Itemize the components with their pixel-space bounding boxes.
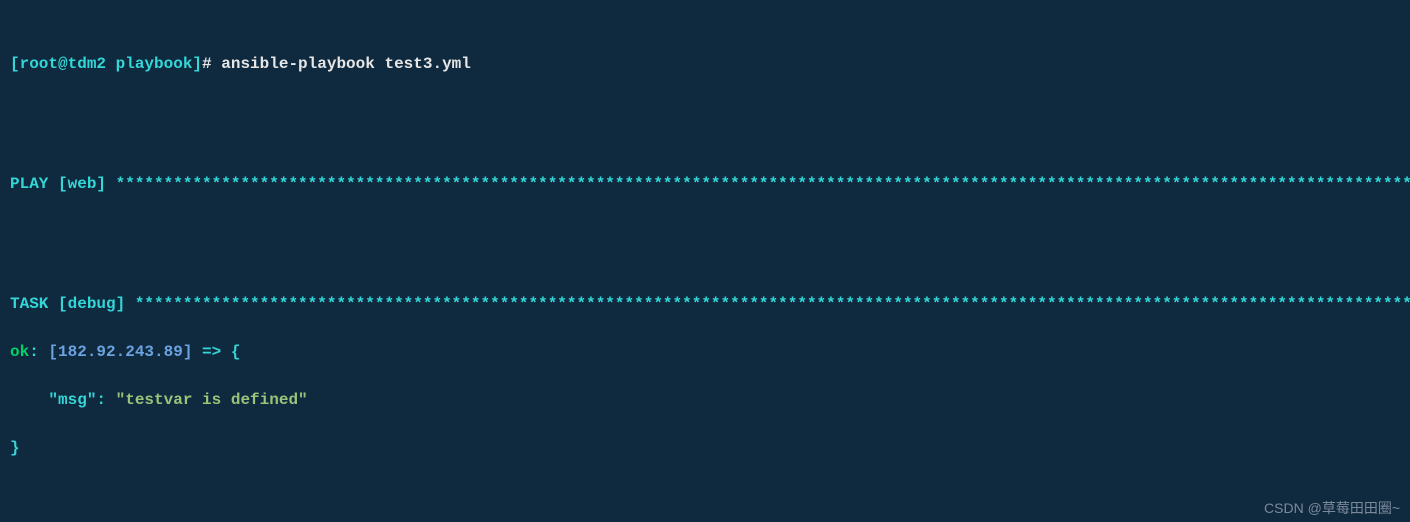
watermark: CSDN @草莓田田圈~ bbox=[1264, 496, 1400, 520]
task-header: TASK [debug] ***************************… bbox=[10, 292, 1400, 316]
task-stars: ****************************************… bbox=[135, 295, 1410, 313]
task-ok-line: ok: [182.92.243.89] => { bbox=[10, 340, 1400, 364]
blank-line bbox=[10, 220, 1400, 244]
ok-prefix: ok bbox=[10, 343, 29, 361]
terminal-output: [root@tdm2 playbook]# ansible-playbook t… bbox=[0, 0, 1410, 522]
host-ip: [182.92.243.89] bbox=[48, 343, 192, 361]
task-msg-line: "msg": "testvar is defined" bbox=[10, 388, 1400, 412]
play-header: PLAY [web] *****************************… bbox=[10, 172, 1400, 196]
prompt-line: [root@tdm2 playbook]# ansible-playbook t… bbox=[10, 52, 1400, 76]
task-label: TASK [debug] bbox=[10, 295, 135, 313]
command-text[interactable]: ansible-playbook test3.yml bbox=[221, 55, 471, 73]
task-close-line: } bbox=[10, 436, 1400, 460]
prompt-user-host: [root@tdm2 playbook] bbox=[10, 55, 202, 73]
prompt-hash: # bbox=[202, 55, 221, 73]
msg-value: "testvar is defined" bbox=[116, 391, 308, 409]
blank-line bbox=[10, 100, 1400, 124]
play-stars: ****************************************… bbox=[116, 175, 1410, 193]
play-label: PLAY [web] bbox=[10, 175, 116, 193]
blank-line bbox=[10, 484, 1400, 508]
